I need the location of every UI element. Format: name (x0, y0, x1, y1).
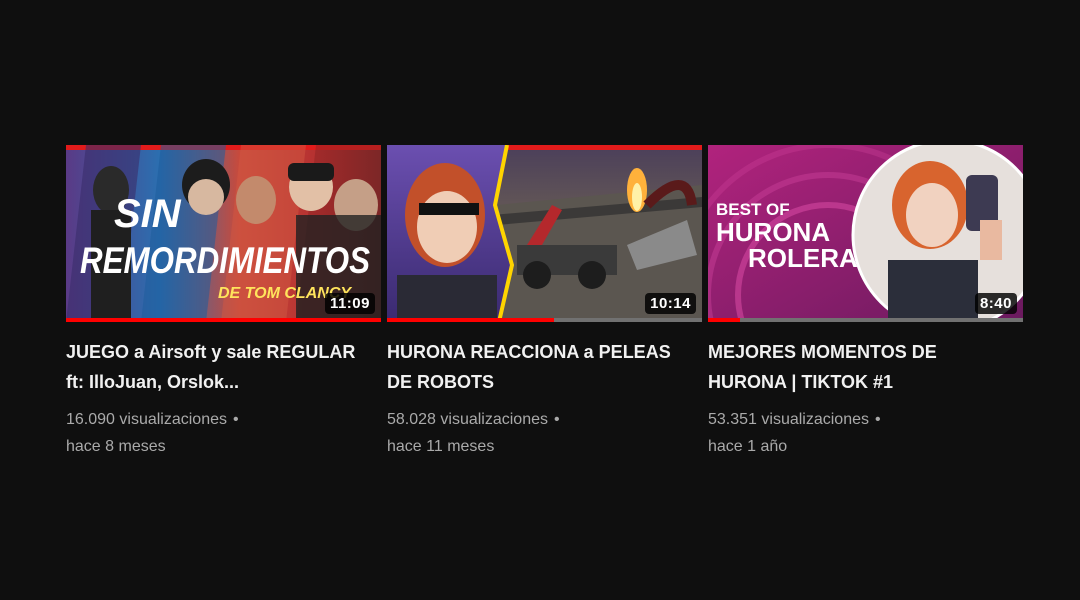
video-card-2[interactable]: 10:14 HURONA REACCIONA a PELEAS DE ROBOT… (387, 145, 702, 460)
video-duration: 8:40 (974, 293, 1017, 314)
upload-age: hace 11 meses (387, 438, 495, 455)
watch-progress-track (708, 318, 1023, 322)
thumbnail-text-3: ROLERA (748, 243, 858, 273)
video-duration: 10:14 (645, 293, 696, 314)
upload-age: hace 8 meses (66, 438, 166, 455)
video-title[interactable]: MEJORES MOMENTOS DE HURONA | TIKTOK #1 (708, 337, 1008, 397)
thumbnail-text-1: SIN (114, 192, 182, 236)
separator-dot: • (233, 411, 239, 428)
watch-progress-fill (66, 318, 381, 322)
video-card-3[interactable]: BEST OF HURONA ROLERA 8:40 MEJORES MOMEN… (708, 145, 1023, 460)
video-title[interactable]: JUEGO a Airsoft y sale REGULAR ft: IlloJ… (66, 337, 366, 397)
separator-dot: • (875, 411, 881, 428)
separator-dot: • (554, 411, 560, 428)
page: SIN REMORDIMIENTOS DE TOM CLANCY 11:09 J… (0, 0, 1080, 600)
video-thumbnail[interactable]: BEST OF HURONA ROLERA 8:40 (708, 145, 1023, 322)
video-grid: SIN REMORDIMIENTOS DE TOM CLANCY 11:09 J… (66, 145, 1023, 460)
thumbnail-text-2: REMORDIMIENTOS (80, 240, 370, 281)
video-metadata: 16.090 visualizaciones • hace 8 meses (66, 406, 381, 460)
watch-progress-fill (387, 318, 554, 322)
video-thumbnail[interactable]: SIN REMORDIMIENTOS DE TOM CLANCY 11:09 (66, 145, 381, 322)
view-count: 53.351 visualizaciones (708, 411, 869, 428)
view-count: 58.028 visualizaciones (387, 411, 548, 428)
watch-progress-track (66, 318, 381, 322)
video-metadata: 53.351 visualizaciones • hace 1 año (708, 406, 1023, 460)
watch-progress-track (387, 318, 702, 322)
video-metadata: 58.028 visualizaciones • hace 11 meses (387, 406, 702, 460)
video-title[interactable]: HURONA REACCIONA a PELEAS DE ROBOTS (387, 337, 687, 397)
view-count: 16.090 visualizaciones (66, 411, 227, 428)
watch-progress-fill (708, 318, 740, 322)
video-thumbnail[interactable]: 10:14 (387, 145, 702, 322)
upload-age: hace 1 año (708, 438, 788, 455)
video-duration: 11:09 (324, 293, 375, 314)
video-card-1[interactable]: SIN REMORDIMIENTOS DE TOM CLANCY 11:09 J… (66, 145, 381, 460)
